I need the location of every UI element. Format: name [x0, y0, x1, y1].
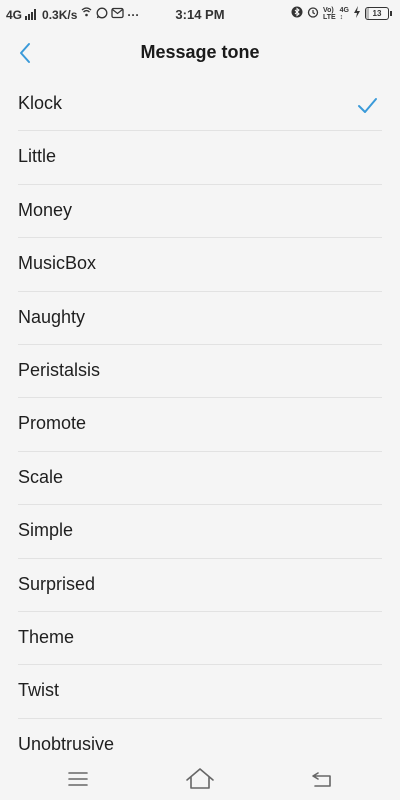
tone-label: Promote	[18, 413, 87, 434]
checkmark-icon	[358, 98, 377, 113]
system-back-button[interactable]	[302, 764, 342, 794]
tone-label: Klock	[18, 93, 63, 113]
menu-icon	[68, 772, 88, 786]
tone-item[interactable]: Theme	[0, 612, 400, 666]
tone-item[interactable]: Twist	[0, 665, 400, 720]
tone-item[interactable]: Unobtrusive	[0, 719, 400, 758]
alarm-icon	[307, 6, 319, 21]
tone-item[interactable]: Naughty	[0, 292, 400, 346]
battery-icon: 13	[365, 7, 392, 20]
tone-label: Peristalsis	[18, 359, 101, 380]
bluetooth-icon	[291, 6, 303, 21]
tone-label: Unobtrusive	[18, 733, 115, 754]
battery-level: 13	[372, 9, 382, 18]
status-bar: 4G 0.3K/s ··· 3:14 PM Vo) LTE 4G ↕ 13	[0, 0, 400, 28]
menu-button[interactable]	[58, 764, 98, 794]
tone-list: Klock Little Money MusicBox Naughty Peristals…	[0, 78, 400, 758]
tone-label: Surprised	[18, 573, 96, 594]
volte-indicator: Vo) LTE	[322, 6, 336, 21]
home-icon	[186, 768, 214, 789]
tone-item[interactable]: Scale	[0, 452, 400, 506]
navigation-bar	[0, 758, 400, 800]
tone-item[interactable]: Simple	[0, 505, 400, 559]
tone-item[interactable]: Klock	[0, 78, 400, 132]
tone-label: Money	[18, 199, 73, 220]
tone-item[interactable]: Surprised	[0, 559, 400, 613]
tone-item[interactable]: Little	[0, 131, 400, 186]
tone-item[interactable]: MusicBox	[0, 238, 400, 292]
tone-item[interactable]: Promote	[0, 398, 400, 453]
back-icon	[312, 772, 331, 787]
tone-label: Scale	[18, 466, 64, 487]
charging-icon	[353, 6, 361, 21]
page-title: Message tone	[140, 42, 260, 62]
tone-item[interactable]: Money	[0, 185, 400, 239]
tone-label: Little	[18, 146, 57, 167]
header: Message tone	[0, 28, 400, 78]
tone-label: Theme	[18, 626, 75, 647]
tone-label: Naughty	[18, 306, 86, 327]
tone-label: Simple	[18, 520, 74, 541]
tone-item[interactable]: Peristalsis	[0, 345, 400, 399]
tone-label: MusicBox	[18, 253, 97, 274]
home-button[interactable]	[180, 764, 220, 794]
tone-label: Twist	[18, 680, 60, 701]
data-network-indicator: 4G ↕	[339, 6, 349, 21]
status-right: Vo) LTE 4G ↕ 13	[291, 6, 392, 21]
